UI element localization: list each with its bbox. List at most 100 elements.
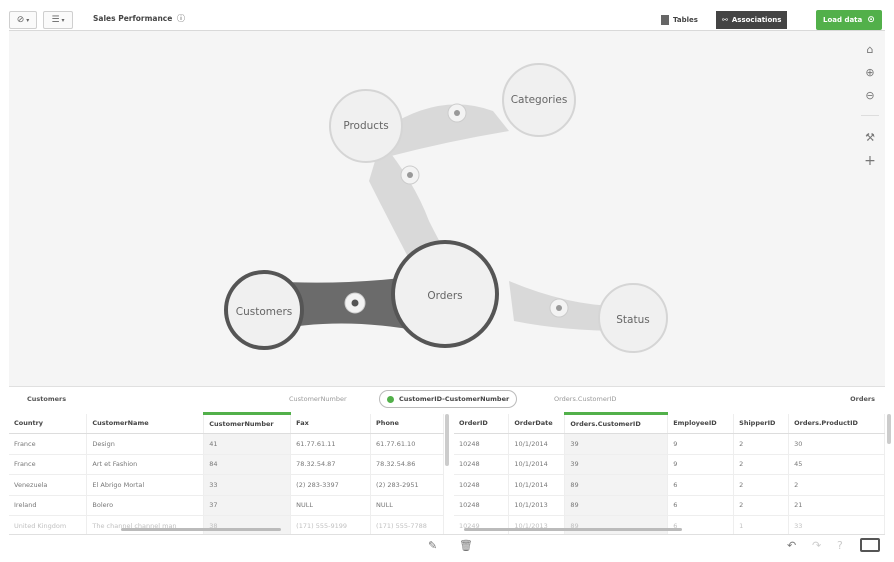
table-cell-key: 84 xyxy=(203,454,292,475)
table-cell: United Kingdom xyxy=(9,515,88,534)
right-table-name: Orders xyxy=(850,395,875,403)
table-cell: France xyxy=(9,454,88,475)
table-cell: 10/1/2013 xyxy=(508,515,566,534)
column-header[interactable]: Country xyxy=(9,413,88,434)
load-data-button[interactable]: Load data ⊙ xyxy=(816,10,882,30)
customers-table-preview[interactable]: Country CustomerName CustomerNumber Fax … xyxy=(9,412,444,534)
table-cell: 10/1/2014 xyxy=(508,474,566,496)
table-label-status: Status xyxy=(616,314,650,326)
table-cell: 1 xyxy=(733,515,790,534)
table-cell: 2 xyxy=(733,495,790,516)
left-field-name: CustomerNumber xyxy=(289,395,347,403)
orders-table-preview[interactable]: OrderID OrderDate Orders.CustomerID Empl… xyxy=(454,412,885,534)
table-cell: 10248 xyxy=(454,454,510,475)
table-label-products: Products xyxy=(343,120,389,132)
table-row: Venezuela El Abrigo Mortal 33 (2) 283-33… xyxy=(9,474,444,496)
column-header[interactable]: Phone xyxy=(370,413,444,434)
add-icon[interactable]: + xyxy=(863,153,877,169)
table-cell: Ireland xyxy=(9,495,88,516)
table-cell: 10249 xyxy=(454,515,510,534)
column-header[interactable]: Fax xyxy=(290,413,372,434)
column-header[interactable]: OrderID xyxy=(454,413,510,434)
table-cell: 30 xyxy=(788,433,885,455)
table-cell: 6 xyxy=(667,474,735,496)
toolbar: ⊘ ▾ ☰ ▾ Sales Performance ⓘ Tables ⚯ Ass… xyxy=(9,9,885,31)
zoom-in-icon[interactable]: ⊕ xyxy=(863,66,877,79)
list-icon: ☰ xyxy=(51,15,60,25)
table-cell: 6 xyxy=(667,515,735,534)
home-icon[interactable]: ⌂ xyxy=(863,43,877,56)
column-header[interactable]: CustomerName xyxy=(86,413,205,434)
chevron-down-icon: ▾ xyxy=(26,16,30,24)
table-cell-key: 39 xyxy=(564,454,669,475)
association-graph xyxy=(224,63,668,353)
app-title-text: Sales Performance xyxy=(93,14,173,23)
table-cell: 10248 xyxy=(454,495,510,516)
horizontal-scrollbar[interactable] xyxy=(464,528,682,531)
customers-table: Country CustomerName CustomerNumber Fax … xyxy=(9,412,444,534)
table-row: 10248 10/1/2013 89 6 2 21 xyxy=(454,495,885,516)
table-cell: 9 xyxy=(667,433,735,455)
association-key-label: CustomerID-CustomerNumber xyxy=(399,395,510,403)
tool-divider xyxy=(861,115,879,116)
connector-dot-center xyxy=(407,172,413,178)
table-label-customers: Customers xyxy=(235,306,293,318)
table-label-categories: Categories xyxy=(510,94,568,106)
table-row: France Art et Fashion 84 78.32.54.87 78.… xyxy=(9,454,444,475)
table-cell: Bolero xyxy=(86,495,205,516)
table-row: United Kingdom The channel channel man 3… xyxy=(9,515,444,534)
table-cell: 33 xyxy=(788,515,885,534)
associations-icon: ⚯ xyxy=(722,16,728,24)
table-cell: 45 xyxy=(788,454,885,475)
table-cell: NULL xyxy=(370,495,444,516)
table-cell: 2 xyxy=(733,474,790,496)
zoom-out-icon[interactable]: ⊖ xyxy=(863,89,877,102)
table-cell: 10248 xyxy=(454,433,510,455)
column-header[interactable]: ShipperID xyxy=(733,413,790,434)
table-cell-key: 37 xyxy=(203,495,292,516)
table-cell: 10248 xyxy=(454,474,510,496)
vertical-scrollbar[interactable] xyxy=(887,414,891,444)
column-header-key[interactable]: Orders.CustomerID xyxy=(564,412,669,434)
load-data-label: Load data xyxy=(823,16,863,24)
right-field-name: Orders.CustomerID xyxy=(554,395,617,403)
hint-icon[interactable]: ? xyxy=(837,539,843,552)
undo-icon[interactable]: ↶ xyxy=(787,539,796,552)
key-status-dot xyxy=(387,395,394,403)
table-cell: (2) 283-3397 xyxy=(290,474,372,496)
table-cell: 61.77.61.10 xyxy=(370,433,444,455)
column-header[interactable]: EmployeeID xyxy=(667,413,735,434)
data-model-canvas[interactable]: Products Categories Customers Orders Sta… xyxy=(9,31,885,386)
data-preview-toggle-icon[interactable] xyxy=(860,538,880,552)
horizontal-scrollbar[interactable] xyxy=(121,528,281,531)
table-cell: (171) 555-9199 xyxy=(290,515,372,534)
delete-icon[interactable]: 🗑 xyxy=(459,539,473,552)
tables-label: Tables xyxy=(673,16,698,24)
table-cell-key: 89 xyxy=(564,495,669,516)
table-cell: 2 xyxy=(733,433,790,455)
table-cell: 10/1/2014 xyxy=(508,433,566,455)
vertical-scrollbar[interactable] xyxy=(445,414,449,466)
table-label-orders: Orders xyxy=(427,290,463,302)
table-cell: 78.32.54.87 xyxy=(290,454,372,475)
connector-dot-center xyxy=(351,299,359,307)
redo-icon[interactable]: ↷ xyxy=(812,539,821,552)
info-icon[interactable]: ⓘ xyxy=(177,14,185,23)
table-cell-key: 89 xyxy=(564,474,669,496)
list-menu-button[interactable]: ☰ ▾ xyxy=(43,11,73,29)
tables-view-button[interactable]: Tables xyxy=(655,11,704,29)
column-header[interactable]: Orders.ProductID xyxy=(788,413,885,434)
associations-view-button[interactable]: ⚯ Associations xyxy=(716,11,788,29)
edit-icon[interactable]: ✎ xyxy=(428,539,437,552)
connector-dot-center xyxy=(454,110,460,116)
chevron-down-icon: ▾ xyxy=(61,16,65,24)
column-header[interactable]: OrderDate xyxy=(508,413,566,434)
association-key-pill[interactable]: CustomerID-CustomerNumber xyxy=(379,390,518,408)
magic-wand-icon[interactable]: ⚒ xyxy=(863,131,877,144)
table-cell: 9 xyxy=(667,454,735,475)
orders-table: OrderID OrderDate Orders.CustomerID Empl… xyxy=(454,412,885,534)
column-header-key[interactable]: CustomerNumber xyxy=(203,412,292,434)
compass-icon: ⊘ xyxy=(16,15,25,25)
global-menu-button[interactable]: ⊘ ▾ xyxy=(9,11,37,29)
table-row: 10249 10/1/2013 89 6 1 33 xyxy=(454,515,885,534)
